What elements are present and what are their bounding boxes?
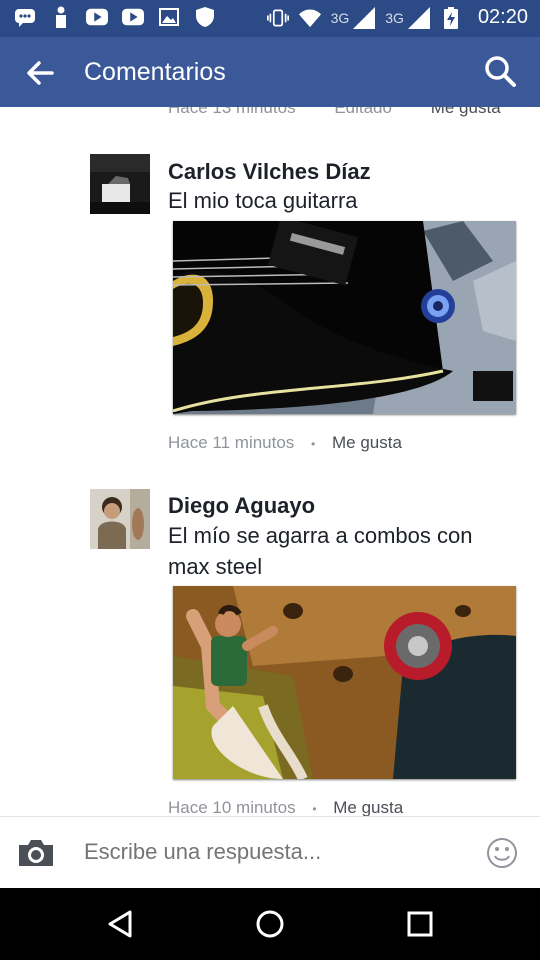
like-link[interactable]: Me gusta xyxy=(431,107,501,117)
meta-separator: • xyxy=(311,437,316,451)
youtube-icon xyxy=(122,6,144,28)
status-bar: 3G 3G 02:20 xyxy=(0,0,540,37)
comment-text: El mio toca guitarra xyxy=(168,188,358,213)
reply-input[interactable] xyxy=(84,839,464,865)
edited-label: Editado xyxy=(334,107,392,117)
comment-photo[interactable] xyxy=(173,586,516,779)
comment-meta: Hace 11 minutos • Me gusta xyxy=(168,433,402,453)
meta-separator: • xyxy=(312,802,317,816)
comment-time: Hace 10 minutos xyxy=(168,798,296,816)
network-type-label: 3G xyxy=(385,9,404,26)
app-bar: Comentarios xyxy=(0,37,540,107)
comment-author[interactable]: Diego Aguayo xyxy=(168,493,315,519)
wifi-icon xyxy=(298,7,321,29)
vibrate-icon xyxy=(266,7,289,29)
youtube-icon xyxy=(86,6,108,28)
search-icon[interactable] xyxy=(482,53,518,89)
comment-meta: Hace 10 minutos • Me gusta xyxy=(168,798,403,816)
signal-icon xyxy=(353,6,376,29)
comment-author[interactable]: Carlos Vilches Díaz xyxy=(168,159,371,185)
comment-photo[interactable] xyxy=(173,221,516,414)
person-icon xyxy=(50,6,72,28)
arrow-left-icon[interactable] xyxy=(22,55,58,91)
comment-text: El mío se agarra a combos con max steel xyxy=(168,523,473,579)
status-time: 02:20 xyxy=(477,6,528,28)
circle-home-icon[interactable] xyxy=(252,906,288,942)
network-type-label: 3G xyxy=(330,9,350,26)
shield-icon xyxy=(194,6,216,28)
avatar[interactable] xyxy=(90,154,150,214)
emoji-icon[interactable] xyxy=(486,837,518,869)
page-title: Comentarios xyxy=(84,58,226,86)
avatar[interactable] xyxy=(90,489,150,549)
gallery-icon xyxy=(158,6,180,28)
like-link[interactable]: Me gusta xyxy=(333,798,403,816)
triangle-back-icon[interactable] xyxy=(102,906,138,942)
square-recents-icon[interactable] xyxy=(402,906,438,942)
battery-charging-icon xyxy=(440,6,462,29)
messenger-icon xyxy=(14,6,36,28)
reply-composer xyxy=(0,816,540,889)
comments-list[interactable]: Hace 13 minutos Editado Me gusta Carlos … xyxy=(0,107,540,816)
comment-meta: Hace 13 minutos Editado Me gusta xyxy=(168,107,501,118)
like-link[interactable]: Me gusta xyxy=(332,433,402,452)
comment-time: Hace 13 minutos xyxy=(168,107,296,117)
comment-time: Hace 11 minutos xyxy=(168,433,295,452)
signal-icon xyxy=(407,6,430,29)
camera-icon[interactable] xyxy=(16,837,56,869)
system-nav-bar xyxy=(0,888,540,960)
